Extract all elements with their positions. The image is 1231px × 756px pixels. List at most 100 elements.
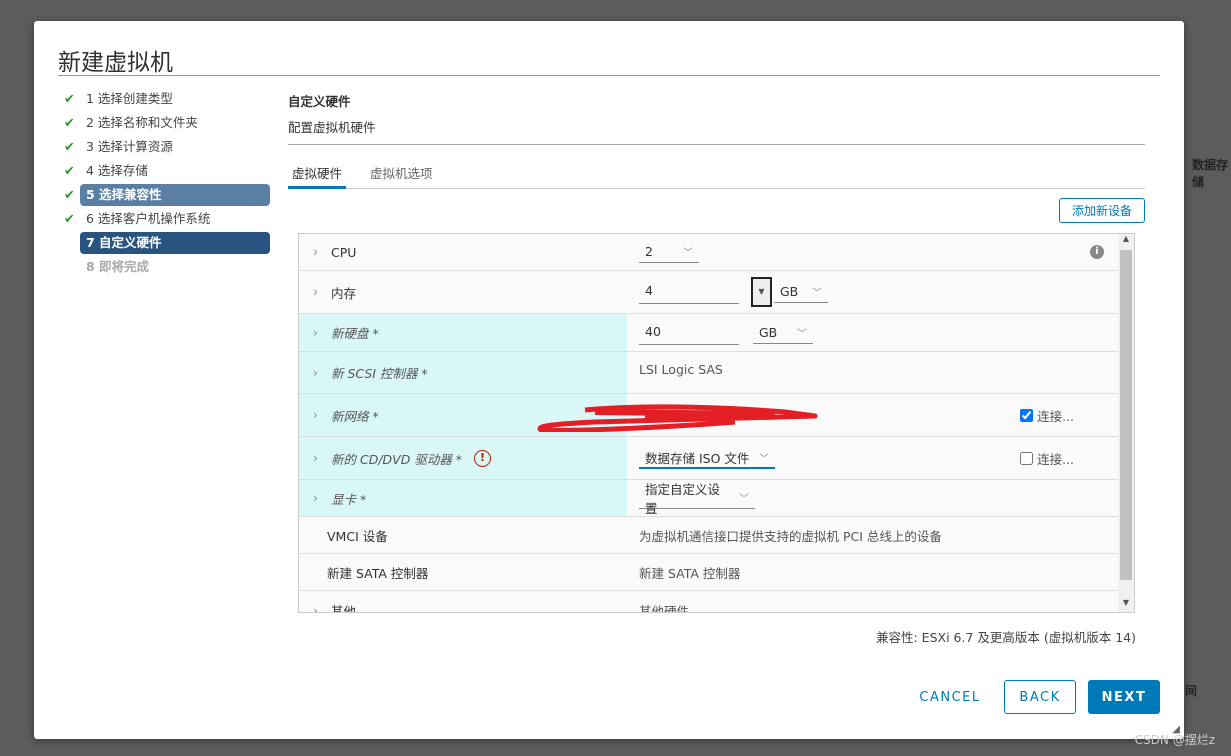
watermark: CSDN @摆烂z	[1134, 733, 1215, 747]
row-label: 新硬盘 *	[331, 326, 379, 341]
check-icon: ✔	[64, 163, 75, 179]
chevron-down-icon: ﹀	[759, 453, 769, 465]
divider	[288, 144, 1145, 145]
step-label: 7 自定义硬件	[80, 232, 270, 254]
divider	[58, 75, 1160, 76]
add-device-button[interactable]: 添加新设备	[1058, 198, 1145, 223]
step-label: 2 选择名称和文件夹	[86, 115, 198, 130]
step-label: 6 选择客户机操作系统	[86, 211, 211, 226]
step-2[interactable]: ✔ 2 选择名称和文件夹	[64, 111, 270, 135]
row-label: 内存	[331, 285, 357, 301]
connect-checkbox[interactable]	[1020, 408, 1034, 422]
check-icon: ✔	[64, 139, 75, 155]
row-cpu: › CPU 2 ﹀ i	[299, 234, 1134, 271]
step-4[interactable]: ✔ 4 选择存储	[64, 159, 270, 183]
cd-connect[interactable]: 连接...	[1020, 449, 1074, 468]
expand-chevron-icon[interactable]: ›	[313, 245, 331, 259]
connect-checkbox[interactable]	[1020, 451, 1034, 465]
disk-size-input[interactable]: 40	[639, 321, 739, 345]
content-panel: 自定义硬件 配置虚拟机硬件 虚拟硬件 虚拟机选项 添加新设备 › CPU 2 ﹀ i…	[288, 91, 1145, 613]
step-6[interactable]: ✔ 6 选择客户机操作系统	[64, 207, 270, 231]
expand-chevron-icon[interactable]: ›	[313, 326, 331, 340]
row-label: 新建 SATA 控制器	[327, 565, 429, 581]
check-icon: ✔	[64, 91, 75, 107]
step-5[interactable]: ✔ 5 选择兼容性	[64, 183, 270, 207]
row-label: 新网络 *	[331, 408, 379, 424]
info-icon[interactable]: i	[1090, 245, 1104, 259]
scroll-down-icon[interactable]: ▼	[1118, 598, 1134, 612]
row-label: 其他	[331, 604, 357, 613]
chevron-down-icon: ﹀	[812, 288, 822, 299]
redaction-scribble	[537, 404, 816, 432]
section-subtitle: 配置虚拟机硬件	[288, 120, 376, 135]
row-label: VMCI 设备	[327, 528, 388, 544]
step-label: 5 选择兼容性	[80, 184, 270, 206]
row-other: › 其他 其他硬件	[299, 591, 1134, 613]
video-value: 指定自定义设置	[645, 481, 721, 516]
next-button[interactable]: NEXT	[1088, 680, 1160, 714]
expand-chevron-icon[interactable]: ›	[313, 491, 331, 505]
chevron-down-icon: ﹀	[797, 328, 807, 340]
network-connect[interactable]: 连接...	[1020, 406, 1074, 425]
vmci-value: 为虚拟机通信接口提供支持的虚拟机 PCI 总线上的设备	[639, 528, 942, 544]
video-select[interactable]: 指定自定义设置 ﹀	[639, 482, 755, 516]
background-column-header: 间	[1185, 684, 1198, 698]
section-title: 自定义硬件	[288, 94, 351, 109]
connect-label: 连接...	[1037, 451, 1074, 467]
scrollbar[interactable]: ▲ ▼	[1118, 234, 1134, 612]
chevron-down-icon: ﹀	[683, 248, 693, 259]
disk-unit-select[interactable]: GB ﹀	[753, 322, 813, 344]
other-value: 其他硬件	[639, 604, 690, 613]
step-3[interactable]: ✔ 3 选择计算资源	[64, 135, 270, 159]
sata-value: 新建 SATA 控制器	[639, 565, 741, 581]
step-8: 8 即将完成	[64, 255, 270, 279]
row-new-disk: › 新硬盘 * 40 GB ﹀	[299, 314, 1134, 352]
cpu-value: 2	[645, 244, 653, 259]
scroll-up-icon[interactable]: ▲	[1118, 234, 1134, 248]
row-label: 新 SCSI 控制器 *	[331, 366, 428, 381]
step-1[interactable]: ✔ 1 选择创建类型	[64, 87, 270, 111]
expand-chevron-icon[interactable]: ›	[313, 451, 331, 465]
tab-bar: 虚拟硬件 虚拟机选项	[288, 163, 1145, 189]
row-label: CPU	[331, 244, 357, 260]
expand-chevron-icon[interactable]: ›	[313, 285, 331, 299]
tab-virtual-hardware[interactable]: 虚拟硬件	[288, 163, 347, 189]
memory-input[interactable]: 4	[639, 280, 739, 304]
hardware-table: › CPU 2 ﹀ i › 内存 4 ▼ GB ﹀ › 新硬盘 * 40 GB ﹀ › 新 S…	[298, 233, 1135, 613]
new-vm-dialog: 新建虚拟机 ✔ 1 选择创建类型 ✔ 2 选择名称和文件夹 ✔ 3 选择计算资源 ✔ 4…	[34, 21, 1184, 739]
expand-chevron-icon[interactable]: ›	[313, 604, 331, 613]
row-video-card: › 显卡 * 指定自定义设置 ﹀	[299, 480, 1134, 517]
step-label: 8 即将完成	[86, 259, 150, 274]
row-cd-dvd: › 新的 CD/DVD 驱动器 *! 数据存储 ISO 文件 ﹀ 连接...	[299, 437, 1134, 480]
memory-unit-select[interactable]: GB ﹀	[774, 281, 828, 303]
check-icon: ✔	[64, 115, 75, 131]
step-label: 3 选择计算资源	[86, 139, 173, 154]
dropdown-arrow-icon[interactable]: ▼	[751, 277, 772, 307]
step-label: 1 选择创建类型	[86, 91, 173, 106]
row-scsi: › 新 SCSI 控制器 * LSI Logic SAS	[299, 352, 1134, 394]
cancel-button[interactable]: CANCEL	[904, 680, 996, 714]
dialog-title: 新建虚拟机	[58, 50, 173, 76]
scsi-value: LSI Logic SAS	[639, 362, 723, 377]
tab-vm-options[interactable]: 虚拟机选项	[366, 163, 437, 189]
expand-chevron-icon[interactable]: ›	[313, 408, 331, 422]
scrollbar-thumb[interactable]	[1120, 250, 1132, 580]
expand-chevron-icon[interactable]: ›	[313, 366, 331, 380]
back-button[interactable]: BACK	[1004, 680, 1076, 714]
unit-value: GB	[759, 324, 778, 340]
row-sata: 新建 SATA 控制器 新建 SATA 控制器	[299, 554, 1134, 591]
row-label: 显卡 *	[331, 491, 367, 507]
cd-media-value: 数据存储 ISO 文件	[645, 450, 750, 466]
unit-value: GB	[780, 284, 799, 299]
step-7[interactable]: 7 自定义硬件	[64, 231, 270, 255]
row-label: 新的 CD/DVD 驱动器 *	[331, 451, 463, 467]
error-icon: !	[474, 449, 492, 467]
chevron-down-icon: ﹀	[739, 494, 749, 505]
cpu-select[interactable]: 2 ﹀	[639, 241, 699, 263]
cd-media-select[interactable]: 数据存储 ISO 文件 ﹀	[639, 447, 775, 469]
row-network: › 新网络 * 连接...	[299, 394, 1134, 437]
background-column-header: 数据存储	[1192, 158, 1229, 189]
row-memory: › 内存 4 ▼ GB ﹀	[299, 271, 1134, 314]
wizard-steps: ✔ 1 选择创建类型 ✔ 2 选择名称和文件夹 ✔ 3 选择计算资源 ✔ 4 选择存储 …	[64, 87, 270, 279]
compatibility-text: 兼容性: ESXi 6.7 及更高版本 (虚拟机版本 14)	[876, 630, 1136, 645]
